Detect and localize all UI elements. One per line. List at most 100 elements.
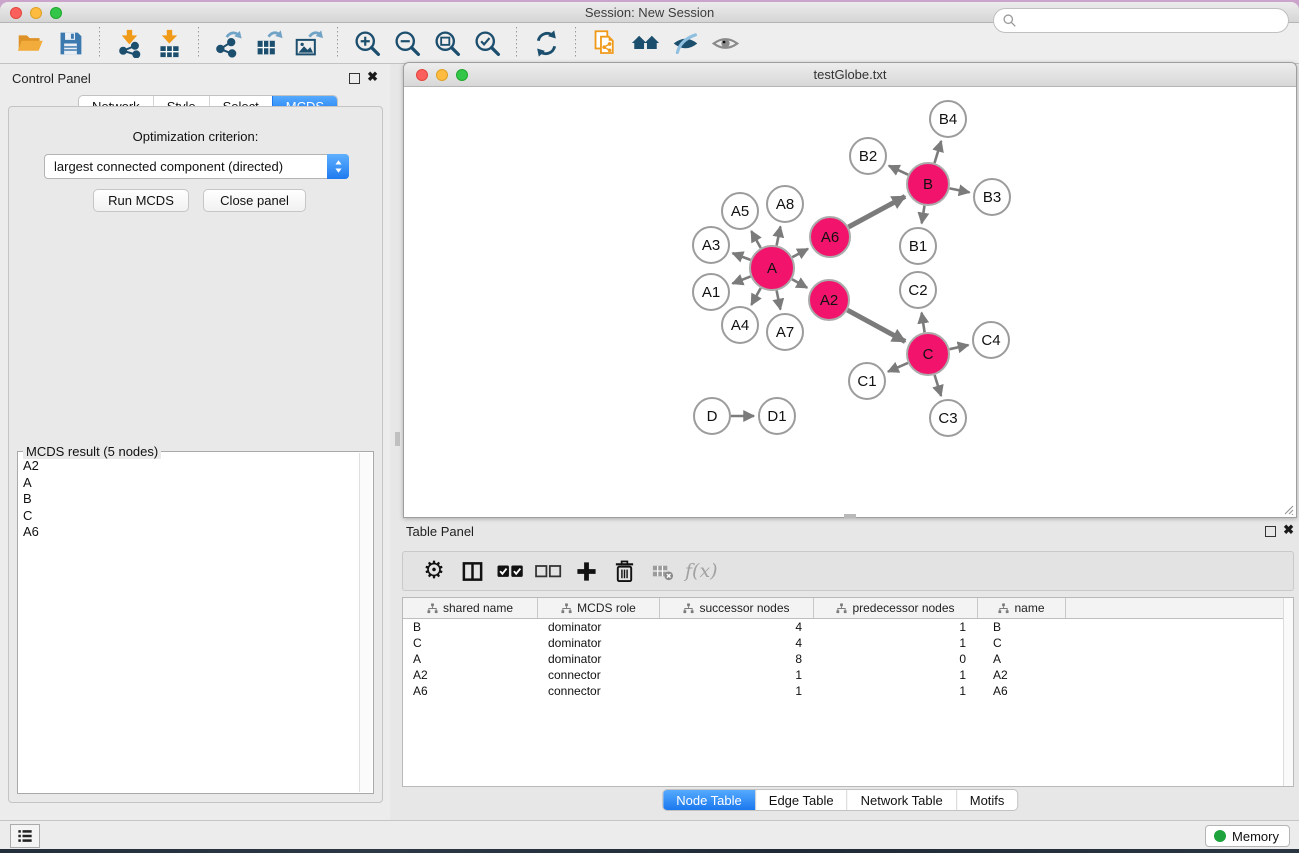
table-cell[interactable]: A6 xyxy=(978,683,1066,699)
float-panel-icon[interactable] xyxy=(349,73,360,84)
tab-network-table[interactable]: Network Table xyxy=(847,790,956,810)
node-A6[interactable] xyxy=(810,217,850,257)
apply-function-button[interactable]: f(x) xyxy=(685,557,718,585)
edge-C-C1[interactable] xyxy=(888,363,908,372)
close-table-panel-icon[interactable]: ✖ xyxy=(1283,522,1294,538)
table-cell[interactable]: A xyxy=(978,651,1066,667)
table-row[interactable]: A6connector11A6 xyxy=(403,683,1293,699)
hide-details-button[interactable] xyxy=(667,27,703,59)
result-item[interactable]: A2 xyxy=(20,458,358,475)
edge-C-C3[interactable] xyxy=(935,375,942,396)
delete-column-button[interactable] xyxy=(609,557,639,585)
table-cell[interactable]: connector xyxy=(538,683,660,699)
table-cell[interactable]: 1 xyxy=(660,683,814,699)
node-C1[interactable] xyxy=(849,363,885,399)
edge-B-B2[interactable] xyxy=(889,166,908,175)
search-input[interactable] xyxy=(1017,13,1288,28)
close-panel-button[interactable]: Close panel xyxy=(203,189,306,212)
table-cell[interactable]: 1 xyxy=(814,683,978,699)
edge-C-C2[interactable] xyxy=(922,313,925,333)
table-cell[interactable]: B xyxy=(978,619,1066,635)
edge-A-A5[interactable] xyxy=(751,231,760,248)
criterion-select[interactable]: largest connected component (directed) xyxy=(44,154,349,179)
open-file-button[interactable] xyxy=(12,27,48,59)
zoom-in-button[interactable] xyxy=(349,27,385,59)
node-B4[interactable] xyxy=(930,101,966,137)
node-B2[interactable] xyxy=(850,138,886,174)
node-C[interactable] xyxy=(907,333,949,375)
network-canvas[interactable]: AA6A2BCA5A8A3A1A4A7B2B4B3B1C2C4C1C3DD1 xyxy=(404,87,1296,517)
node-A5[interactable] xyxy=(722,193,758,229)
close-panel-icon[interactable]: ✖ xyxy=(367,69,378,85)
table-cell[interactable]: C xyxy=(978,635,1066,651)
export-image-button[interactable] xyxy=(290,27,326,59)
node-A1[interactable] xyxy=(693,274,729,310)
tab-motifs[interactable]: Motifs xyxy=(956,790,1018,810)
edge-A-A3[interactable] xyxy=(733,253,751,260)
select-all-columns-button[interactable] xyxy=(495,557,525,585)
result-scrollbar[interactable] xyxy=(359,453,372,792)
table-row[interactable]: Cdominator41C xyxy=(403,635,1293,651)
table-cell[interactable]: 4 xyxy=(660,619,814,635)
table-cell[interactable]: 1 xyxy=(814,667,978,683)
edge-A-A8[interactable] xyxy=(777,227,781,246)
show-details-button[interactable] xyxy=(707,27,743,59)
show-panels-button[interactable] xyxy=(10,824,40,848)
table-cell[interactable]: A2 xyxy=(978,667,1066,683)
search-field[interactable] xyxy=(993,8,1289,33)
export-network-button[interactable] xyxy=(210,27,246,59)
table-cell[interactable]: A6 xyxy=(403,683,538,699)
edge-B-B3[interactable] xyxy=(950,188,970,192)
memory-button[interactable]: Memory xyxy=(1205,825,1290,847)
node-B1[interactable] xyxy=(900,228,936,264)
unselect-all-columns-button[interactable] xyxy=(533,557,563,585)
run-mcds-button[interactable]: Run MCDS xyxy=(93,189,189,212)
delete-table-button[interactable] xyxy=(647,557,677,585)
node-A8[interactable] xyxy=(767,186,803,222)
column-header-shared-name[interactable]: shared name xyxy=(403,598,538,618)
edge-A2-C[interactable] xyxy=(847,310,905,341)
zoom-fit-button[interactable] xyxy=(429,27,465,59)
node-B[interactable] xyxy=(907,163,949,205)
table-cell[interactable]: 0 xyxy=(814,651,978,667)
table-cell[interactable]: C xyxy=(403,635,538,651)
network-window-titlebar[interactable]: testGlobe.txt xyxy=(404,63,1296,87)
zoom-out-button[interactable] xyxy=(389,27,425,59)
table-cell[interactable]: 1 xyxy=(660,667,814,683)
edge-A-A6[interactable] xyxy=(792,249,808,257)
table-cell[interactable]: B xyxy=(403,619,538,635)
table-cell[interactable]: 4 xyxy=(660,635,814,651)
node-C4[interactable] xyxy=(973,322,1009,358)
resize-grip-icon[interactable] xyxy=(1282,503,1294,515)
table-cell[interactable]: connector xyxy=(538,667,660,683)
edge-B-B1[interactable] xyxy=(922,206,925,224)
table-cell[interactable]: 1 xyxy=(814,619,978,635)
edge-A-A2[interactable] xyxy=(792,279,807,288)
edge-A-A7[interactable] xyxy=(777,291,781,310)
export-table-button[interactable] xyxy=(250,27,286,59)
node-A[interactable] xyxy=(750,246,794,290)
table-cell[interactable]: A2 xyxy=(403,667,538,683)
node-D[interactable] xyxy=(694,398,730,434)
import-network-button[interactable] xyxy=(111,27,147,59)
new-network-button[interactable] xyxy=(587,27,623,59)
table-cell[interactable]: dominator xyxy=(538,651,660,667)
home-button[interactable] xyxy=(627,27,663,59)
workspace-scroll-thumb[interactable] xyxy=(395,432,400,446)
result-item[interactable]: A xyxy=(20,475,358,492)
tab-edge-table[interactable]: Edge Table xyxy=(755,790,847,810)
add-column-button[interactable] xyxy=(571,557,601,585)
table-cell[interactable]: A xyxy=(403,651,538,667)
table-cell[interactable]: dominator xyxy=(538,619,660,635)
node-A7[interactable] xyxy=(767,314,803,350)
node-A4[interactable] xyxy=(722,307,758,343)
edge-C-C4[interactable] xyxy=(950,345,969,349)
edge-B-B4[interactable] xyxy=(935,141,942,163)
node-A2[interactable] xyxy=(809,280,849,320)
node-B3[interactable] xyxy=(974,179,1010,215)
node-A3[interactable] xyxy=(693,227,729,263)
table-scrollbar[interactable] xyxy=(1283,598,1293,786)
table-cell[interactable]: dominator xyxy=(538,635,660,651)
edge-A-A4[interactable] xyxy=(751,288,760,305)
node-C2[interactable] xyxy=(900,272,936,308)
